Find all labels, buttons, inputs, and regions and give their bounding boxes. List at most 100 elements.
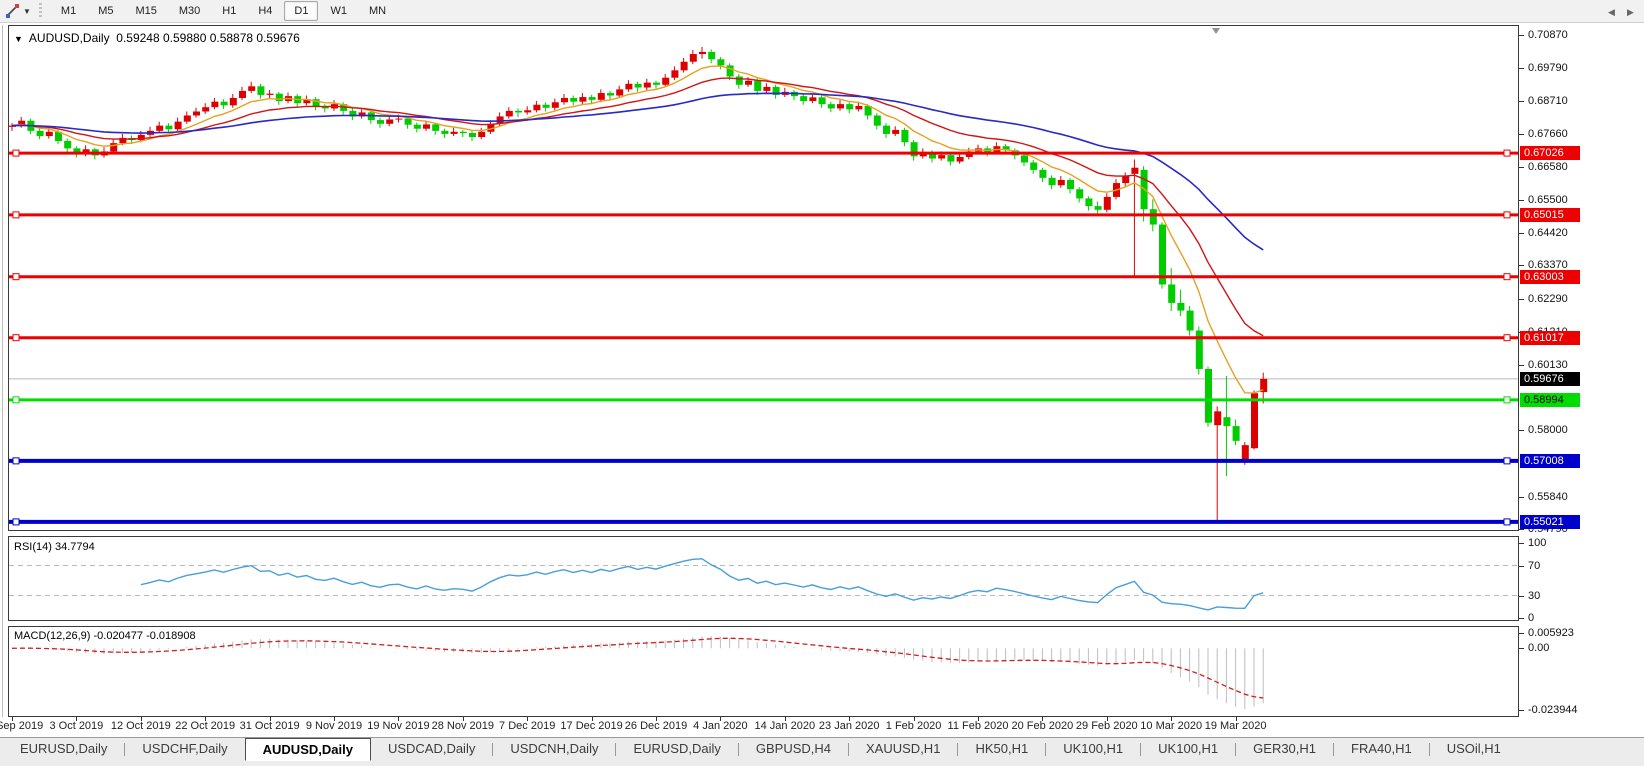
symbol-tab-xauusd-7[interactable]: XAUUSD,H1 [849,738,957,760]
candle [635,84,642,88]
caret-down-icon[interactable]: ▼ [23,7,31,16]
hline-handle[interactable] [1504,150,1510,156]
rsi-axis-tick [1519,596,1524,597]
hline-handle[interactable] [1504,458,1510,464]
tab-scroll-right-icon[interactable]: ▶ [1627,7,1634,18]
symbol-tab-gbpusd-6[interactable]: GBPUSD,H4 [739,738,848,760]
candle [1067,180,1074,189]
symbol-tab-usoil-13[interactable]: USOil,H1 [1430,738,1518,760]
candle [451,132,458,134]
hline-0.63003[interactable] [9,274,1518,280]
timeframe-button-h1[interactable]: H1 [212,1,246,21]
candle [1039,170,1046,178]
macd-name: MACD(12,26,9) [14,630,90,642]
hline-handle[interactable] [13,335,19,341]
candle [386,119,393,123]
candle [763,87,770,91]
hline-handle[interactable] [13,150,19,156]
date-label: 23 Jan 2020 [819,720,880,732]
symbol-tab-eurusd-0[interactable]: EURUSD,Daily [3,738,124,760]
timeframe-button-m1[interactable]: M1 [51,1,86,21]
candle [432,124,439,130]
candle [441,131,448,134]
candle [1223,417,1230,426]
hline-handle[interactable] [13,519,19,525]
candle [800,96,807,101]
macd-canvas[interactable] [9,627,1518,716]
symbol-tab-usdchf-1[interactable]: USDCHF,Daily [125,738,244,760]
date-label: 10 Mar 2020 [1140,720,1202,732]
price-axis-tick [1519,430,1524,431]
candle [846,104,853,109]
date-label: 26 Dec 2019 [625,720,687,732]
timeframe-button-m5[interactable]: M5 [88,1,123,21]
timeframe-button-w1[interactable]: W1 [320,1,357,21]
candle [589,97,596,100]
symbol-name: AUDUSD,Daily [29,31,110,45]
symbol-tab-uk100-10[interactable]: UK100,H1 [1141,738,1235,760]
candle [1233,426,1240,441]
collapse-triangle-icon[interactable]: ▼ [14,34,23,44]
hline-handle[interactable] [1504,335,1510,341]
timeframe-button-d1[interactable]: D1 [284,1,318,21]
timeframe-button-h4[interactable]: H4 [248,1,282,21]
timeframe-button-m15[interactable]: M15 [125,1,166,21]
candle [211,102,218,108]
hline-0.61017[interactable] [9,335,1518,341]
hline-price-label: 0.63003 [1520,270,1580,284]
price-axis-tick [1519,167,1524,168]
date-label: 12 Oct 2019 [111,720,171,732]
symbol-tab-fra40-12[interactable]: FRA40,H1 [1334,738,1429,760]
hline-0.57008[interactable] [9,458,1518,464]
hline-handle[interactable] [13,274,19,280]
hline-0.65015[interactable] [9,212,1518,218]
candle [570,98,577,102]
rsi-axis-tick [1519,566,1524,567]
price-axis-tick [1519,233,1524,234]
rsi-label: RSI(14) 34.7794 [14,541,95,553]
hline-0.58994[interactable] [9,397,1518,403]
candle [377,120,384,124]
symbol-tab-usdcad-3[interactable]: USDCAD,Daily [371,738,492,760]
candle [616,89,623,95]
hline-0.55021[interactable] [9,519,1518,525]
candle [423,124,430,128]
symbol-tab-uk100-9[interactable]: UK100,H1 [1046,738,1140,760]
hline-handle[interactable] [1504,397,1510,403]
symbol-tab-eurusd-5[interactable]: EURUSD,Daily [616,738,737,760]
hline-0.67026[interactable] [9,150,1518,156]
candle [1242,445,1249,460]
price-axis-tick [1519,365,1524,366]
rsi-name: RSI(14) [14,541,52,553]
candle [598,93,605,100]
rsi-canvas[interactable] [9,537,1518,620]
symbol-tab-usdcnh-4[interactable]: USDCNH,Daily [493,738,615,760]
rsi-axis-tick [1519,618,1524,619]
line-studies-icon[interactable] [4,3,22,19]
symbol-tab-hk50-8[interactable]: HK50,H1 [958,738,1045,760]
candle [690,54,697,62]
candle [524,110,531,112]
candle [625,84,632,90]
tab-scroll-left-icon[interactable]: ◀ [1608,7,1615,18]
hline-handle[interactable] [13,212,19,218]
candle [957,157,964,162]
symbol-tab-audusd-2[interactable]: AUDUSD,Daily [245,738,371,761]
symbol-tab-ger30-11[interactable]: GER30,H1 [1236,738,1333,760]
hline-handle[interactable] [1504,212,1510,218]
candle [1150,209,1157,224]
hline-handle[interactable] [13,458,19,464]
hline-handle[interactable] [1504,519,1510,525]
chart-shift-marker[interactable] [1212,28,1220,34]
candle [515,111,522,113]
price-chart-canvas[interactable] [9,26,1518,530]
candle [1214,411,1221,425]
candle [736,76,743,84]
hline-handle[interactable] [1504,274,1510,280]
candle [947,155,954,161]
timeframe-button-m30[interactable]: M30 [169,1,210,21]
toolbar-grip-handle[interactable] [39,3,42,19]
hline-handle[interactable] [13,397,19,403]
timeframe-button-mn[interactable]: MN [359,1,396,21]
candle [607,93,614,95]
